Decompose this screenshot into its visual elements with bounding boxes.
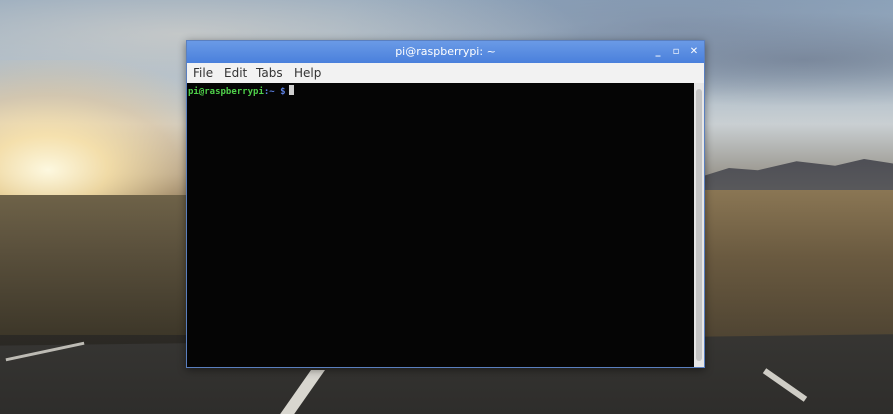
scrollbar-thumb[interactable] <box>696 89 702 361</box>
maximize-button[interactable]: ▫ <box>668 44 684 60</box>
terminal-prompt-line: pi@raspberrypi:~ $ <box>188 85 294 97</box>
close-button[interactable]: ✕ <box>686 44 702 60</box>
menu-help[interactable]: Help <box>294 65 321 81</box>
minimize-button[interactable]: _ <box>650 44 666 60</box>
terminal-output-area[interactable]: pi@raspberrypi:~ $ <box>187 83 694 367</box>
window-titlebar[interactable]: pi@raspberrypi: ~ _ ▫ ✕ <box>187 41 704 63</box>
terminal-scrollbar[interactable] <box>694 83 704 367</box>
text-cursor <box>288 85 294 95</box>
menu-bar: File Edit Tabs Help <box>187 63 704 83</box>
prompt-user-host: pi@raspberrypi <box>188 87 264 97</box>
window-title: pi@raspberrypi: ~ <box>395 45 496 58</box>
menu-edit[interactable]: Edit <box>224 65 247 81</box>
menu-file[interactable]: File <box>193 65 213 81</box>
field-left <box>0 195 190 335</box>
menu-tabs[interactable]: Tabs <box>256 65 283 81</box>
terminal-window[interactable]: pi@raspberrypi: ~ _ ▫ ✕ File Edit Tabs H… <box>186 40 705 368</box>
desktop-wallpaper: pi@raspberrypi: ~ _ ▫ ✕ File Edit Tabs H… <box>0 0 893 414</box>
prompt-path: :~ $ <box>263 87 286 97</box>
